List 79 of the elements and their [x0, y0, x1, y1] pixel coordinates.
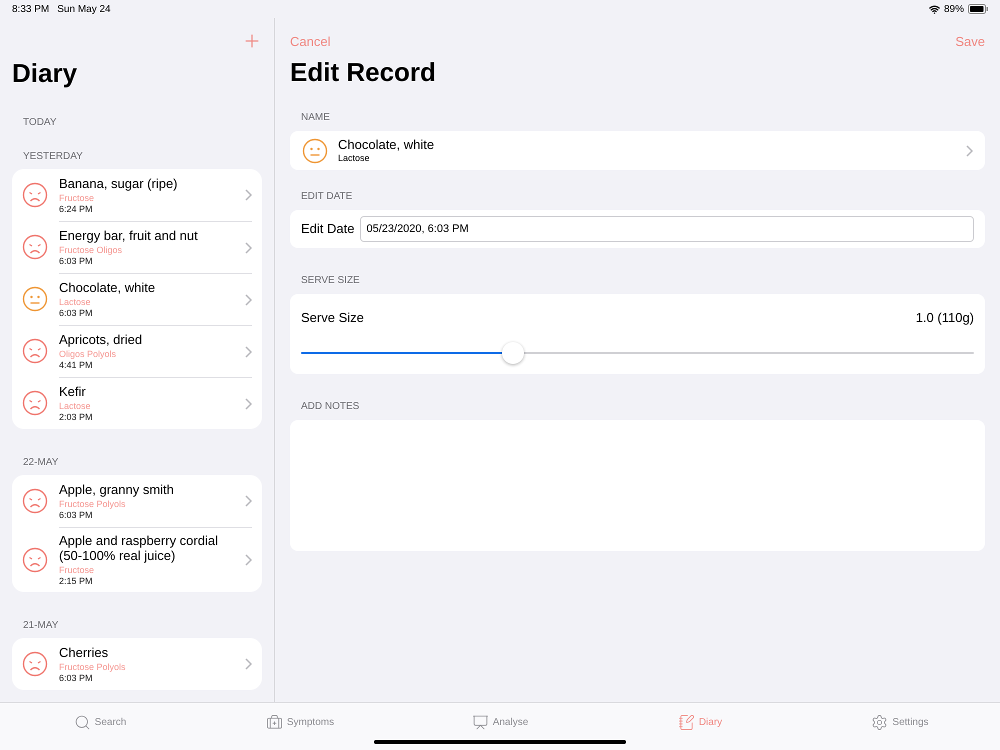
- battery-icon: [968, 4, 988, 14]
- entry-time: 2:15 PM: [59, 576, 94, 587]
- food-tags: Lactose: [59, 297, 245, 308]
- neutral-face-icon: [302, 138, 328, 164]
- food-name: Chocolate, white: [338, 137, 436, 153]
- food-tags: Fructose Oligos: [59, 245, 245, 256]
- food-name: Apple, granny smith: [59, 482, 175, 496]
- entry-time: 6:03 PM: [59, 308, 94, 319]
- food-tags: Oligos Polyols: [59, 349, 245, 360]
- chevron-icon: [245, 554, 252, 566]
- diary-entry[interactable]: Apple and raspberry cordial (50-100% real juice) Fructose 2:15 PM: [12, 527, 262, 592]
- section-header: ADD NOTES: [300, 400, 360, 414]
- serve-size-slider[interactable]: [301, 342, 974, 364]
- food-name: Banana, sugar (ripe): [59, 176, 179, 190]
- battery-percentage: 89%: [944, 2, 964, 16]
- diary-entry[interactable]: Chocolate, white Lactose 6:03 PM: [12, 273, 262, 325]
- entry-time: 2:03 PM: [59, 412, 94, 423]
- sad-face-icon: [22, 234, 48, 260]
- diary-entry[interactable]: Energy bar, fruit and nut Fructose Oligos 6:03 PM: [12, 221, 262, 273]
- notebook-pen-icon: [678, 714, 695, 730]
- entry-time: 6:03 PM: [59, 672, 94, 684]
- search-icon: [74, 714, 91, 730]
- chevron-icon: [245, 398, 252, 410]
- entry-time: 6:24 PM: [59, 204, 94, 214]
- section-header: SERVE SIZE: [300, 274, 361, 288]
- slider-thumb[interactable]: [502, 342, 524, 364]
- food-tags: Fructose Polyols: [59, 662, 245, 672]
- entry-time: 6:03 PM: [59, 256, 94, 267]
- diary-entry[interactable]: Apricots, dried Oligos Polyols 4:41 PM: [12, 325, 262, 377]
- sad-face-icon: [22, 182, 48, 208]
- entry-time: 6:03 PM: [59, 510, 94, 520]
- food-tags: Lactose: [338, 153, 966, 164]
- settings-icon: [871, 714, 888, 730]
- wifi-icon: [928, 4, 940, 14]
- serve-size-label: Serve Size: [301, 309, 364, 327]
- neutral-face-icon: [22, 286, 48, 312]
- food-tags: Lactose: [59, 401, 245, 412]
- food-tags: Fructose: [59, 192, 245, 204]
- date-input-field[interactable]: 05/23/2020, 6:03 PM: [360, 216, 974, 242]
- chevron-icon: [245, 495, 252, 507]
- sad-face-icon: [22, 651, 48, 677]
- food-name: Kefir: [59, 384, 87, 399]
- diary-entry[interactable]: Cherries Fructose Polyols 6:03 PM: [12, 638, 262, 690]
- section-header: 22-MAY: [22, 456, 60, 470]
- sad-face-icon: [22, 488, 48, 514]
- food-name-row[interactable]: Chocolate, white Lactose: [290, 131, 985, 170]
- food-name: Apricots, dried: [59, 332, 144, 347]
- chevron-icon: [245, 242, 252, 254]
- section-header: EDIT DATE: [300, 190, 354, 204]
- chevron-icon: [245, 346, 252, 358]
- chevron-icon: [245, 294, 252, 306]
- section-header: YESTERDAY: [22, 150, 84, 164]
- chevron-icon: [245, 658, 252, 670]
- medical-case-icon: [266, 714, 283, 730]
- food-name: Chocolate, white: [59, 280, 156, 295]
- chart-board-icon: [472, 714, 489, 730]
- edit-record-title: Edit Record: [290, 56, 437, 88]
- entry-time: 4:41 PM: [59, 360, 94, 371]
- sad-face-icon: [22, 390, 48, 416]
- serve-size-value: 1.0 (110g): [916, 309, 974, 327]
- status-time: 8:33 PM: [12, 2, 50, 16]
- sad-face-icon: [22, 546, 48, 572]
- section-header: NAME: [300, 111, 331, 125]
- diary-entry[interactable]: Banana, sugar (ripe) Fructose 6:24 PM: [12, 169, 262, 221]
- food-name: Cherries: [59, 644, 110, 660]
- diary-entry[interactable]: Kefir Lactose 2:03 PM: [12, 377, 262, 429]
- chevron-icon: [966, 144, 973, 156]
- section-header: TODAY: [22, 116, 58, 130]
- edit-date-label: Edit Date: [301, 220, 354, 238]
- section-header: 21-MAY: [22, 619, 60, 633]
- status-date: Sun May 24: [57, 2, 111, 16]
- food-name: Energy bar, fruit and nut: [59, 228, 199, 243]
- food-tags: Fructose Polyols: [59, 498, 245, 510]
- food-name: Apple and raspberry cordial (50-100% real juice): [59, 533, 219, 563]
- sad-face-icon: [22, 338, 48, 364]
- diary-title: Diary: [12, 57, 78, 89]
- chevron-icon: [245, 189, 252, 201]
- food-tags: Fructose: [59, 565, 245, 576]
- diary-entry[interactable]: Apple, granny smith Fructose Polyols 6:03 PM: [12, 475, 262, 527]
